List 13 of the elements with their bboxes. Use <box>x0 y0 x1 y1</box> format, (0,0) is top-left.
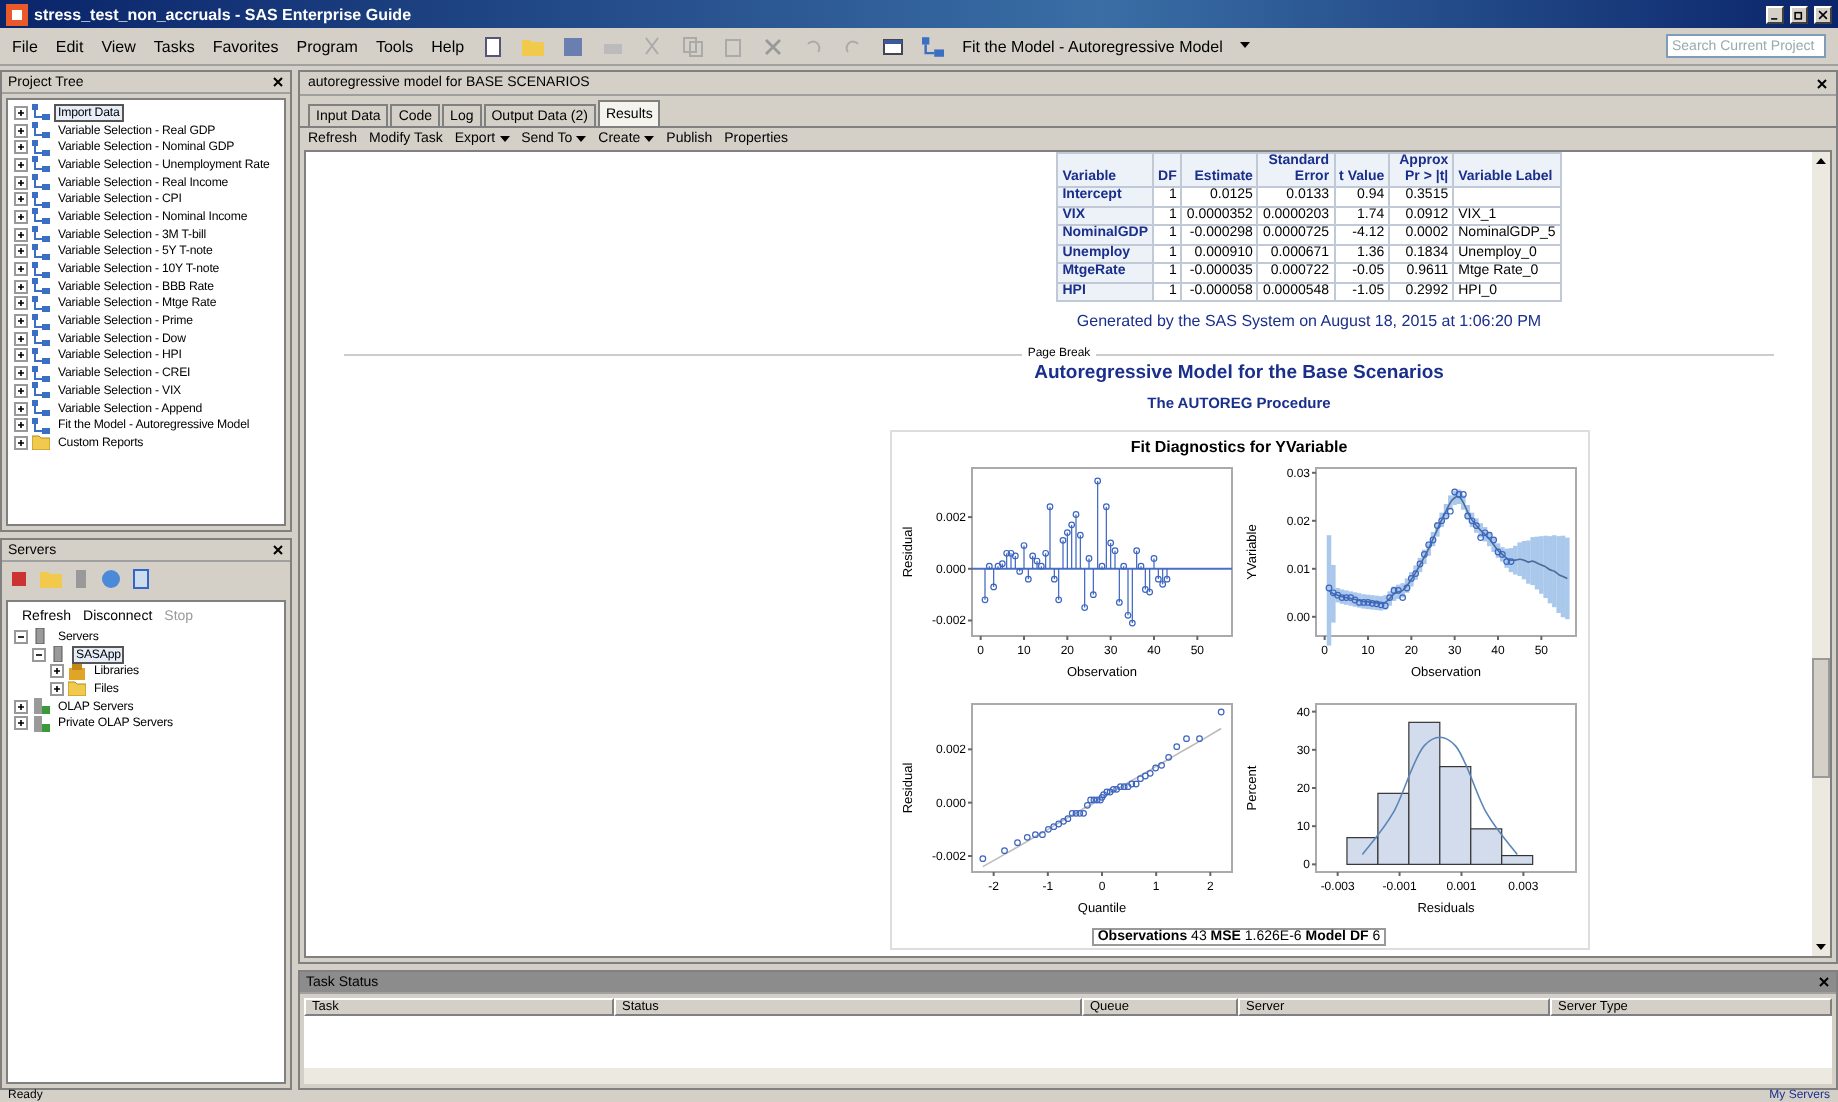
generated-note: Generated by the SAS System on August 18, 2015 at 1:06:20 PM <box>1076 312 1542 330</box>
report-heading: Autoregressive Model for the Base Scenarios <box>1034 362 1444 384</box>
process-flow-selector[interactable]: Fit the Model - Autoregressive Model <box>962 37 1223 55</box>
menu-item[interactable]: View <box>101 37 136 55</box>
menu-item[interactable]: Help <box>431 37 465 55</box>
menu-item[interactable]: Program <box>296 37 358 55</box>
menu-item[interactable]: Tasks <box>153 37 195 55</box>
menu-item[interactable]: Tools <box>375 37 414 55</box>
menu-item[interactable]: Favorites <box>212 37 279 55</box>
figure-title: Fit Diagnostics for YVariable <box>1130 438 1348 456</box>
menu-item[interactable]: File <box>12 37 38 55</box>
menu-item[interactable]: Edit <box>55 37 84 55</box>
window-title: stress_test_non_accruals - SAS Enterprise Guide <box>34 5 414 23</box>
